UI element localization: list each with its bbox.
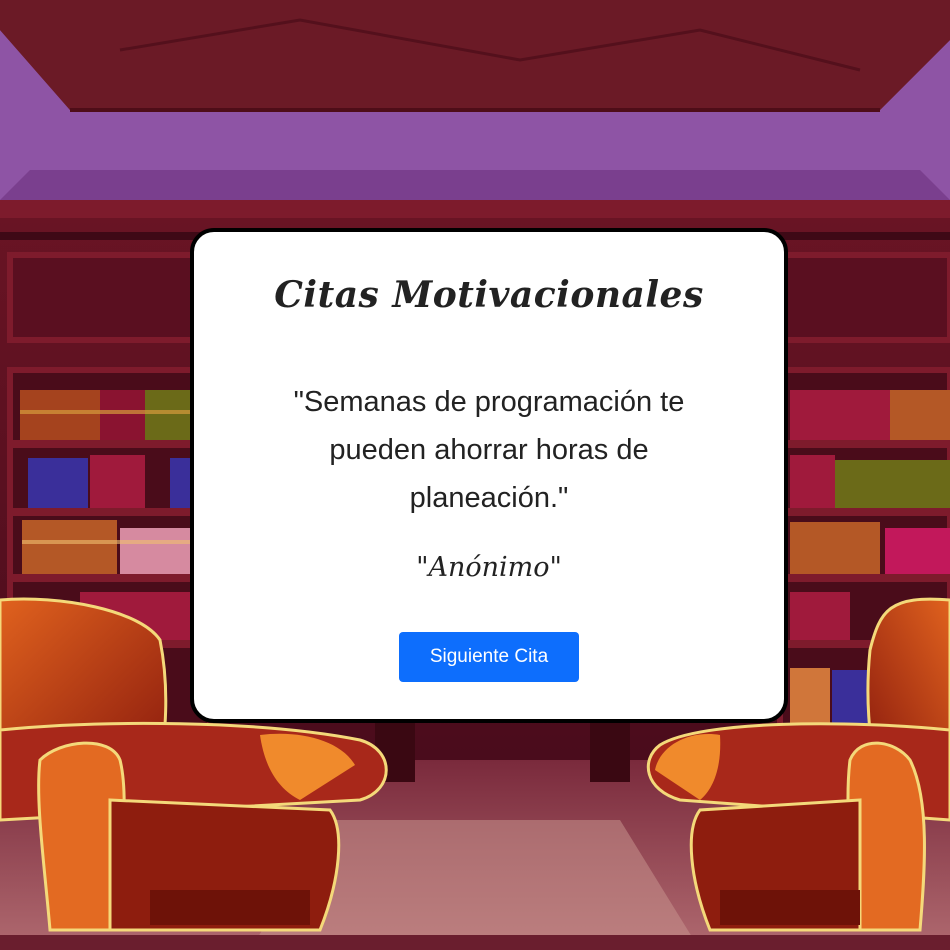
quote-author: "Anónimo" xyxy=(416,552,562,583)
page-title: Citas Motivacionales xyxy=(274,274,704,316)
quote-text: "Semanas de programación te pueden ahorr… xyxy=(293,386,685,514)
next-quote-button[interactable]: Siguiente Cita xyxy=(399,632,579,682)
quote-card: Citas Motivacionales "Semanas de program… xyxy=(190,228,788,723)
